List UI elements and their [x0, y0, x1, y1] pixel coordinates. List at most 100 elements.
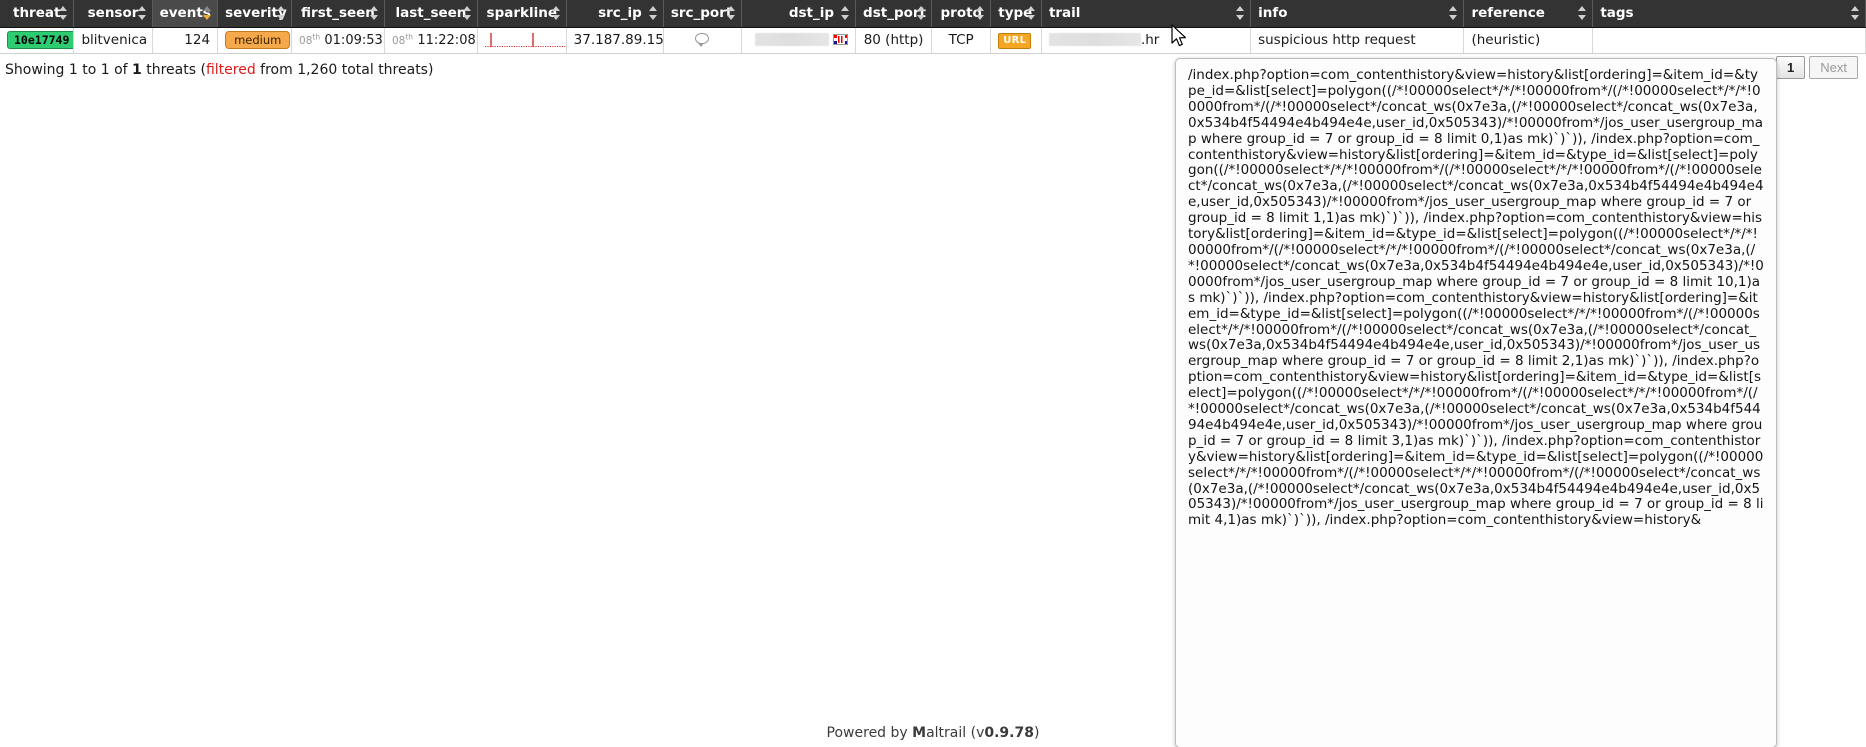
column-header-src-ip[interactable]: src_ip	[566, 0, 664, 28]
status-prefix: Showing 1 to 1 of	[5, 62, 133, 78]
type-url-badge: URL	[998, 33, 1032, 49]
column-header-last-seen[interactable]: last_seen	[384, 0, 478, 28]
sort-arrows-icon-sensor[interactable]	[137, 5, 147, 21]
threats-table: threat sensor events severity first_seen	[0, 0, 1866, 54]
status-text: Showing 1 to 1 of 1 threats (filtered fr…	[5, 62, 433, 78]
pagination-next-button[interactable]: Next	[1809, 56, 1858, 79]
flag-croatia-icon	[833, 34, 849, 45]
column-header-first-seen[interactable]: first_seen	[291, 0, 385, 28]
column-label-dst-port: dst_port	[863, 5, 926, 22]
src-ip-value: 37.187.89.158	[573, 32, 664, 48]
column-header-proto[interactable]: proto	[931, 0, 992, 28]
column-label-dst-ip: dst_ip	[788, 5, 835, 22]
sort-arrows-icon-first-seen[interactable]	[369, 5, 379, 21]
cell-type: URL	[990, 27, 1042, 54]
column-header-trail[interactable]: trail	[1041, 0, 1252, 28]
column-label-reference: reference	[1471, 5, 1545, 22]
column-header-dst-port[interactable]: dst_port	[855, 0, 933, 28]
sort-arrows-icon-src-port[interactable]	[726, 5, 736, 21]
last-seen-day: 08th	[391, 32, 414, 48]
sort-arrows-icon-dst-ip[interactable]	[841, 5, 850, 21]
cell-src-ip[interactable]: 37.187.89.158	[566, 27, 664, 54]
column-header-sensor[interactable]: sensor	[73, 0, 153, 28]
footer-version-close: )	[1033, 725, 1040, 741]
cell-src-port	[663, 27, 742, 54]
column-header-info[interactable]: info	[1250, 0, 1465, 28]
column-label-last-seen: last_seen	[395, 5, 467, 22]
column-header-threat[interactable]: threat	[0, 0, 75, 28]
sort-arrows-icon-type[interactable]	[1026, 5, 1036, 21]
column-header-events[interactable]: events	[152, 0, 219, 28]
trail-redacted	[1048, 33, 1141, 46]
cell-dst-port: 80 (http)	[855, 27, 933, 54]
status-suffix: from 1,260 total threats)	[255, 62, 434, 78]
trail-details-tooltip: /index.php?option=com_contenthistory&vie…	[1175, 58, 1777, 747]
column-header-reference[interactable]: reference	[1463, 0, 1594, 28]
sort-arrows-icon-proto[interactable]	[976, 5, 985, 21]
sort-arrows-icon-tags[interactable]	[1851, 5, 1860, 21]
column-label-severity: severity	[225, 5, 287, 22]
footer-version: 0.9.78	[984, 725, 1034, 741]
threats-table-header-row: threat sensor events severity first_seen	[0, 0, 1866, 28]
threats-table-body: 10e17749 blitvenica 124 medium 08th 01:0…	[0, 27, 1866, 54]
threats-table-head: threat sensor events severity first_seen	[0, 0, 1866, 28]
column-label-src-port: src_port	[670, 5, 733, 22]
cell-threat[interactable]: 10e17749	[0, 27, 75, 54]
pagination-page-1[interactable]: 1	[1776, 56, 1806, 79]
sort-arrows-icon-src-ip[interactable]	[648, 5, 658, 21]
cell-reference: (heuristic)	[1463, 27, 1594, 54]
column-label-trail: trail	[1048, 5, 1081, 22]
speech-bubble-icon	[695, 33, 710, 47]
footer-brand-rest: altrail	[926, 725, 967, 741]
trail-suffix: .hr	[1140, 32, 1160, 48]
footer-brand-initial: M	[912, 725, 927, 741]
pagination: 1 Next	[1776, 56, 1858, 79]
first-seen-time: 01:09:53	[324, 33, 383, 48]
column-header-sparkline[interactable]: sparkline	[477, 0, 567, 28]
cell-trail[interactable]: .hr	[1041, 27, 1252, 54]
column-header-severity[interactable]: severity	[217, 0, 293, 28]
cell-info: suspicious http request	[1250, 27, 1465, 54]
cell-first-seen: 08th 01:09:53	[291, 27, 385, 54]
column-label-src-ip: src_ip	[598, 5, 642, 22]
maltrail-threats-page: threat sensor events severity first_seen	[0, 0, 1866, 747]
column-label-sparkline: sparkline	[486, 5, 558, 22]
sort-arrows-icon-reference[interactable]	[1578, 5, 1587, 21]
column-header-dst-ip[interactable]: dst_ip	[741, 0, 857, 28]
status-filtered-word: filtered	[205, 62, 256, 78]
threat-id-badge[interactable]: 10e17749	[7, 31, 73, 49]
footer-prefix: Powered by	[826, 725, 913, 741]
dst-ip-redacted	[755, 33, 830, 46]
sort-arrows-icon-dst-port[interactable]	[917, 5, 926, 21]
column-header-tags[interactable]: tags	[1592, 0, 1866, 28]
cell-proto: TCP	[931, 27, 992, 54]
cell-events: 124	[152, 27, 219, 54]
sort-arrows-icon-sparkline[interactable]	[551, 5, 561, 21]
table-row[interactable]: 10e17749 blitvenica 124 medium 08th 01:0…	[0, 27, 1866, 54]
footer-version-open: (v	[966, 725, 985, 741]
column-header-src-port[interactable]: src_port	[663, 0, 742, 28]
sort-arrows-icon-threat[interactable]	[59, 5, 68, 21]
sort-arrows-icon-last-seen[interactable]	[462, 5, 472, 21]
status-count: 1	[132, 62, 142, 78]
sparkline-chart	[484, 33, 566, 47]
cell-tags	[1592, 27, 1866, 54]
column-header-type[interactable]: type	[990, 0, 1042, 28]
sort-arrows-icon-severity[interactable]	[277, 5, 286, 21]
column-label-info: info	[1258, 5, 1288, 22]
cell-last-seen: 08th 11:22:08	[384, 27, 478, 54]
first-seen-day: 08th	[299, 32, 321, 48]
sort-arrows-icon-events[interactable]	[203, 5, 212, 21]
cell-severity: medium	[217, 27, 293, 54]
last-seen-time: 11:22:08	[417, 33, 476, 48]
column-label-threat: threat	[12, 5, 61, 22]
status-middle: threats (	[141, 62, 206, 78]
sort-arrows-icon-info[interactable]	[1449, 5, 1458, 21]
cell-dst-ip[interactable]	[741, 27, 857, 54]
cell-sparkline	[477, 27, 567, 54]
column-label-tags: tags	[1600, 5, 1634, 22]
column-label-first-seen: first_seen	[301, 5, 375, 22]
sort-arrows-icon-trail[interactable]	[1236, 5, 1245, 21]
status-badge: medium	[225, 31, 291, 49]
column-label-sensor: sensor	[87, 5, 139, 22]
